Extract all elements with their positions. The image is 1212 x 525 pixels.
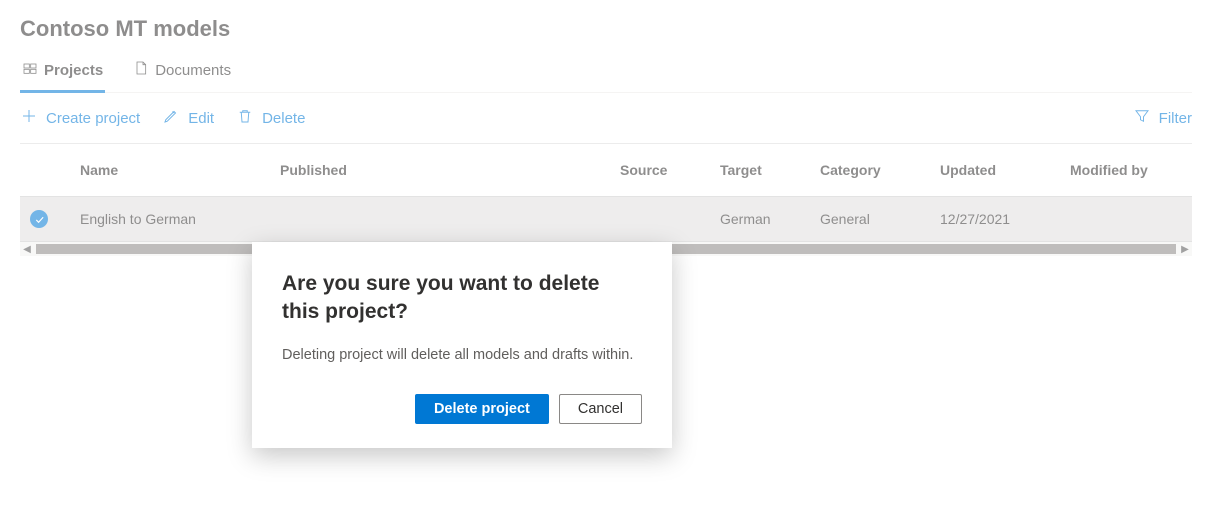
dialog-body: Deleting project will delete all models … xyxy=(282,345,642,367)
confirm-delete-dialog: Are you sure you want to delete this pro… xyxy=(252,242,672,448)
cancel-button[interactable]: Cancel xyxy=(559,394,642,424)
delete-project-button[interactable]: Delete project xyxy=(415,394,549,424)
dialog-actions: Delete project Cancel xyxy=(282,394,642,424)
dialog-title: Are you sure you want to delete this pro… xyxy=(282,270,642,327)
